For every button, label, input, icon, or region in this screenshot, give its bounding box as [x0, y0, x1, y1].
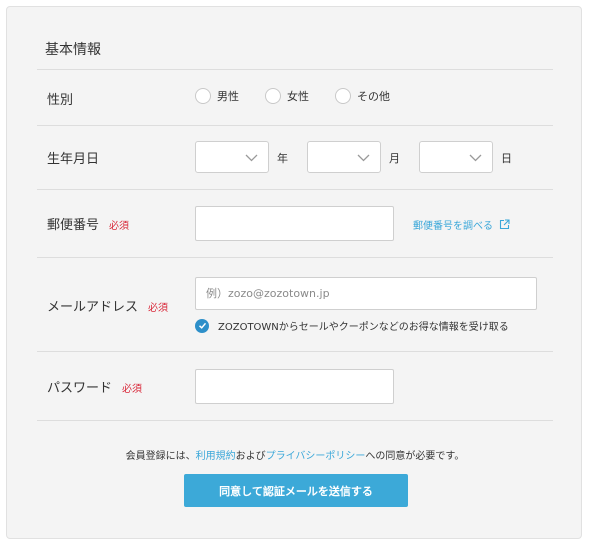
divider	[37, 189, 553, 190]
email-label-text: メールアドレス	[47, 300, 139, 315]
radio-circle[interactable]	[265, 88, 281, 104]
divider	[37, 420, 553, 421]
divider	[37, 257, 553, 258]
terms-link[interactable]: 利用規約	[196, 451, 236, 462]
radio-label: 男性	[217, 90, 239, 103]
check-icon	[198, 322, 206, 329]
postal-label-text: 郵便番号	[47, 218, 100, 233]
birth-year-select[interactable]	[195, 141, 269, 173]
required-badge: 必須	[148, 303, 169, 314]
radio-label: 女性	[287, 90, 309, 103]
privacy-policy-link[interactable]: プライバシーポリシー	[266, 451, 366, 462]
consent-middle: および	[235, 451, 266, 462]
gender-other-radio[interactable]: その他	[335, 88, 390, 104]
radio-circle[interactable]	[335, 88, 351, 104]
email-optin-checkbox[interactable]: ZOZOTOWNからセールやクーポンなどのお得な情報を受け取る	[195, 318, 509, 333]
year-unit: 年	[277, 152, 288, 165]
password-input[interactable]	[195, 369, 394, 404]
required-badge: 必須	[122, 384, 143, 395]
submit-button[interactable]: 同意して認証メールを送信する	[184, 474, 408, 507]
radio-circle[interactable]	[195, 88, 211, 104]
postal-lookup-link[interactable]: 郵便番号を調べる	[413, 217, 510, 232]
basic-info-panel: 基本情報 性別 男性 女性 その他 生年月日 年 月 日 郵便番号 必須 郵便番…	[6, 6, 582, 539]
password-label: パスワード 必須	[47, 377, 142, 396]
divider	[37, 351, 553, 352]
external-link-icon	[499, 219, 510, 230]
chevron-down-icon	[357, 154, 370, 162]
consent-suffix: への同意が必要です。	[365, 451, 465, 462]
optin-label: ZOZOTOWNからセールやクーポンなどのお得な情報を受け取る	[218, 322, 509, 333]
chevron-down-icon	[469, 154, 482, 162]
birth-month-select[interactable]	[307, 141, 381, 173]
month-unit: 月	[389, 152, 400, 165]
birth-day-select[interactable]	[419, 141, 493, 173]
day-unit: 日	[501, 152, 512, 165]
postal-lookup-link-text[interactable]: 郵便番号を調べる	[413, 217, 493, 232]
divider	[37, 125, 553, 126]
email-label: メールアドレス 必須	[47, 296, 168, 315]
checkbox-checked[interactable]	[195, 318, 209, 333]
gender-female-radio[interactable]: 女性	[265, 88, 309, 104]
consent-prefix: 会員登録には、	[125, 451, 196, 462]
required-badge: 必須	[109, 221, 130, 232]
postal-label: 郵便番号 必須	[47, 214, 129, 233]
postal-code-input[interactable]	[195, 206, 394, 241]
password-label-text: パスワード	[47, 381, 113, 396]
consent-text: 会員登録には、利用規約およびプライバシーポリシーへの同意が必要です。	[7, 447, 583, 462]
gender-label: 性別	[47, 93, 74, 108]
chevron-down-icon	[245, 154, 258, 162]
gender-male-radio[interactable]: 男性	[195, 88, 239, 104]
email-input[interactable]	[195, 277, 537, 310]
birthdate-label: 生年月日	[47, 152, 100, 167]
divider	[37, 69, 553, 70]
radio-label: その他	[357, 90, 390, 103]
section-title: 基本情報	[45, 42, 101, 58]
